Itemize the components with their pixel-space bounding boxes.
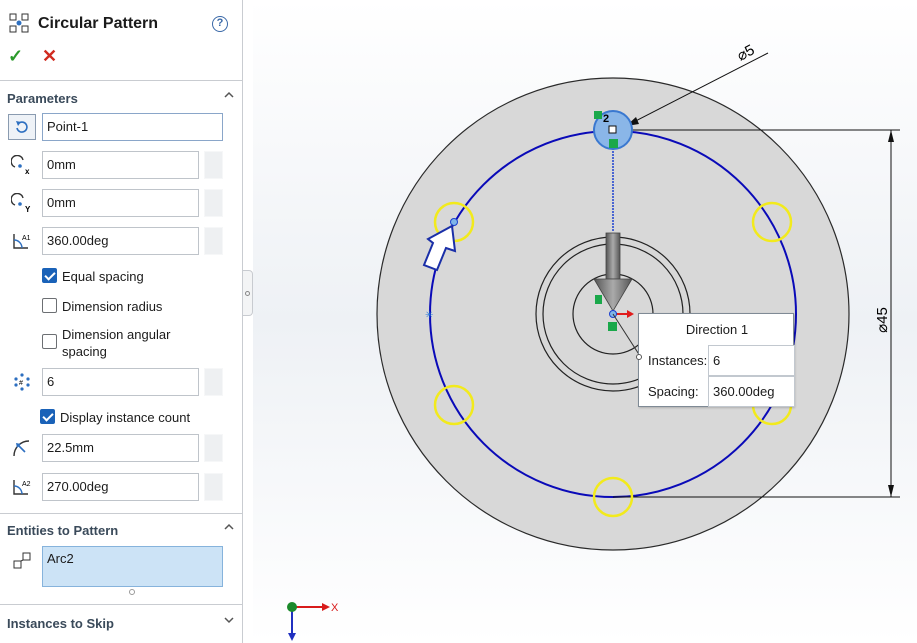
instances-to-skip-section-header[interactable]: Instances to Skip bbox=[0, 610, 243, 636]
chevron-down-icon[interactable] bbox=[224, 615, 234, 625]
dimension-radius-box[interactable] bbox=[42, 298, 57, 313]
circular-pattern-icon bbox=[8, 12, 30, 37]
y-offset-icon: Y bbox=[8, 190, 36, 216]
divider bbox=[0, 80, 243, 81]
instance-count-icon: # bbox=[8, 369, 36, 395]
svg-text:x: x bbox=[25, 167, 30, 175]
center-point-field[interactable]: Point-1 bbox=[42, 113, 223, 141]
parameters-heading: Parameters bbox=[7, 90, 78, 106]
x-offset-spinner[interactable] bbox=[204, 151, 223, 179]
arc-angle-icon: A2 bbox=[8, 474, 36, 500]
dimension-radius-checkbox[interactable]: Dimension radius bbox=[42, 298, 162, 315]
chevron-up-icon[interactable] bbox=[224, 90, 234, 100]
direction-arrow-shaft[interactable] bbox=[605, 232, 621, 280]
display-instance-count-box[interactable] bbox=[40, 409, 55, 424]
sketch-canvas[interactable]: ⌀45 ⌀5 2 ✳ X bbox=[253, 0, 917, 643]
panel-title: Circular Pattern bbox=[38, 15, 159, 32]
property-manager-panel: Circular Pattern ? ✓ ✕ Parameters Point-… bbox=[0, 0, 243, 643]
graphics-viewport[interactable]: ⌀45 ⌀5 2 ✳ X bbox=[253, 0, 917, 643]
instances-spinner[interactable] bbox=[204, 368, 223, 396]
entities-heading: Entities to Pattern bbox=[7, 522, 119, 538]
coordinate-triad-icon bbox=[287, 602, 297, 612]
x-offset-icon: x bbox=[8, 152, 36, 178]
resize-grip[interactable] bbox=[129, 589, 135, 595]
x-offset-field[interactable]: 0mm bbox=[42, 151, 199, 179]
svg-text:#: # bbox=[19, 380, 23, 387]
entities-list[interactable]: Arc2 bbox=[42, 546, 223, 587]
equal-spacing-label: Equal spacing bbox=[62, 269, 144, 284]
cancel-button[interactable]: ✕ bbox=[42, 46, 57, 67]
arc-angle-field[interactable]: 270.00deg bbox=[42, 473, 199, 501]
relation-marker bbox=[595, 295, 602, 304]
radius-icon bbox=[8, 435, 36, 461]
dimension-radius-label: Dimension radius bbox=[62, 299, 163, 314]
pattern-angle-spinner[interactable] bbox=[204, 227, 223, 255]
relation-marker bbox=[609, 139, 618, 148]
callout-spacing-row: Spacing: 360.00deg bbox=[639, 376, 795, 407]
midpoint-marker-icon: ✳ bbox=[425, 310, 433, 321]
reverse-direction-icon[interactable] bbox=[8, 114, 36, 140]
instances-field[interactable]: 6 bbox=[42, 368, 199, 396]
y-offset-spinner[interactable] bbox=[204, 189, 223, 217]
chevron-up-icon[interactable] bbox=[224, 522, 234, 532]
relation-marker bbox=[594, 111, 602, 119]
diameter-45-label[interactable]: ⌀45 bbox=[874, 307, 891, 333]
callout-spacing-value[interactable]: 360.00deg bbox=[708, 376, 795, 407]
dimension-angular-spacing-box[interactable] bbox=[42, 334, 57, 349]
callout-anchor-handle[interactable] bbox=[636, 354, 642, 360]
direction-1-callout[interactable]: Direction 1 Instances: 6 Spacing: 360.00… bbox=[638, 313, 795, 407]
panel-collapse-handle[interactable] bbox=[243, 270, 253, 316]
callout-spacing-label: Spacing: bbox=[648, 384, 699, 399]
svg-text:Y: Y bbox=[25, 205, 31, 213]
svg-text:A2: A2 bbox=[22, 481, 31, 488]
pattern-angle-icon: A1 bbox=[8, 228, 36, 254]
instances-to-skip-heading: Instances to Skip bbox=[7, 615, 114, 631]
callout-title: Direction 1 bbox=[685, 322, 749, 337]
relation-marker bbox=[608, 322, 617, 331]
equal-spacing-checkbox[interactable]: Equal spacing bbox=[42, 268, 144, 285]
entities-section-header[interactable]: Entities to Pattern bbox=[0, 517, 243, 543]
callout-instances-value[interactable]: 6 bbox=[708, 345, 795, 376]
pattern-angle-field[interactable]: 360.00deg bbox=[42, 227, 199, 255]
display-instance-count-label: Display instance count bbox=[60, 410, 191, 425]
y-offset-field[interactable]: 0mm bbox=[42, 189, 199, 217]
radius-spinner[interactable] bbox=[204, 434, 223, 462]
panel-header: Circular Pattern bbox=[8, 12, 158, 36]
instance-number-label: 2 bbox=[603, 113, 609, 125]
callout-instances-row: Instances: 6 bbox=[639, 345, 795, 376]
callout-instances-label: Instances: bbox=[648, 353, 708, 368]
display-instance-count-checkbox[interactable]: Display instance count bbox=[40, 409, 190, 426]
ok-button[interactable]: ✓ bbox=[8, 46, 23, 67]
equal-spacing-box[interactable] bbox=[42, 268, 57, 283]
help-icon[interactable]: ? bbox=[212, 16, 228, 32]
angle-handle-point[interactable] bbox=[450, 218, 458, 226]
divider bbox=[0, 513, 243, 514]
seed-center-point[interactable] bbox=[608, 125, 617, 134]
sketch-entities-icon bbox=[8, 548, 36, 574]
arc-angle-spinner[interactable] bbox=[204, 473, 223, 501]
divider bbox=[0, 604, 243, 605]
dimension-angular-spacing-checkbox[interactable]: Dimension angular spacing bbox=[42, 326, 192, 360]
radius-field[interactable]: 22.5mm bbox=[42, 434, 199, 462]
parameters-section-header[interactable]: Parameters bbox=[0, 85, 243, 111]
svg-text:A1: A1 bbox=[22, 235, 31, 242]
dimension-angular-spacing-label: Dimension angular spacing bbox=[62, 327, 171, 359]
x-axis-label: X bbox=[331, 602, 339, 614]
